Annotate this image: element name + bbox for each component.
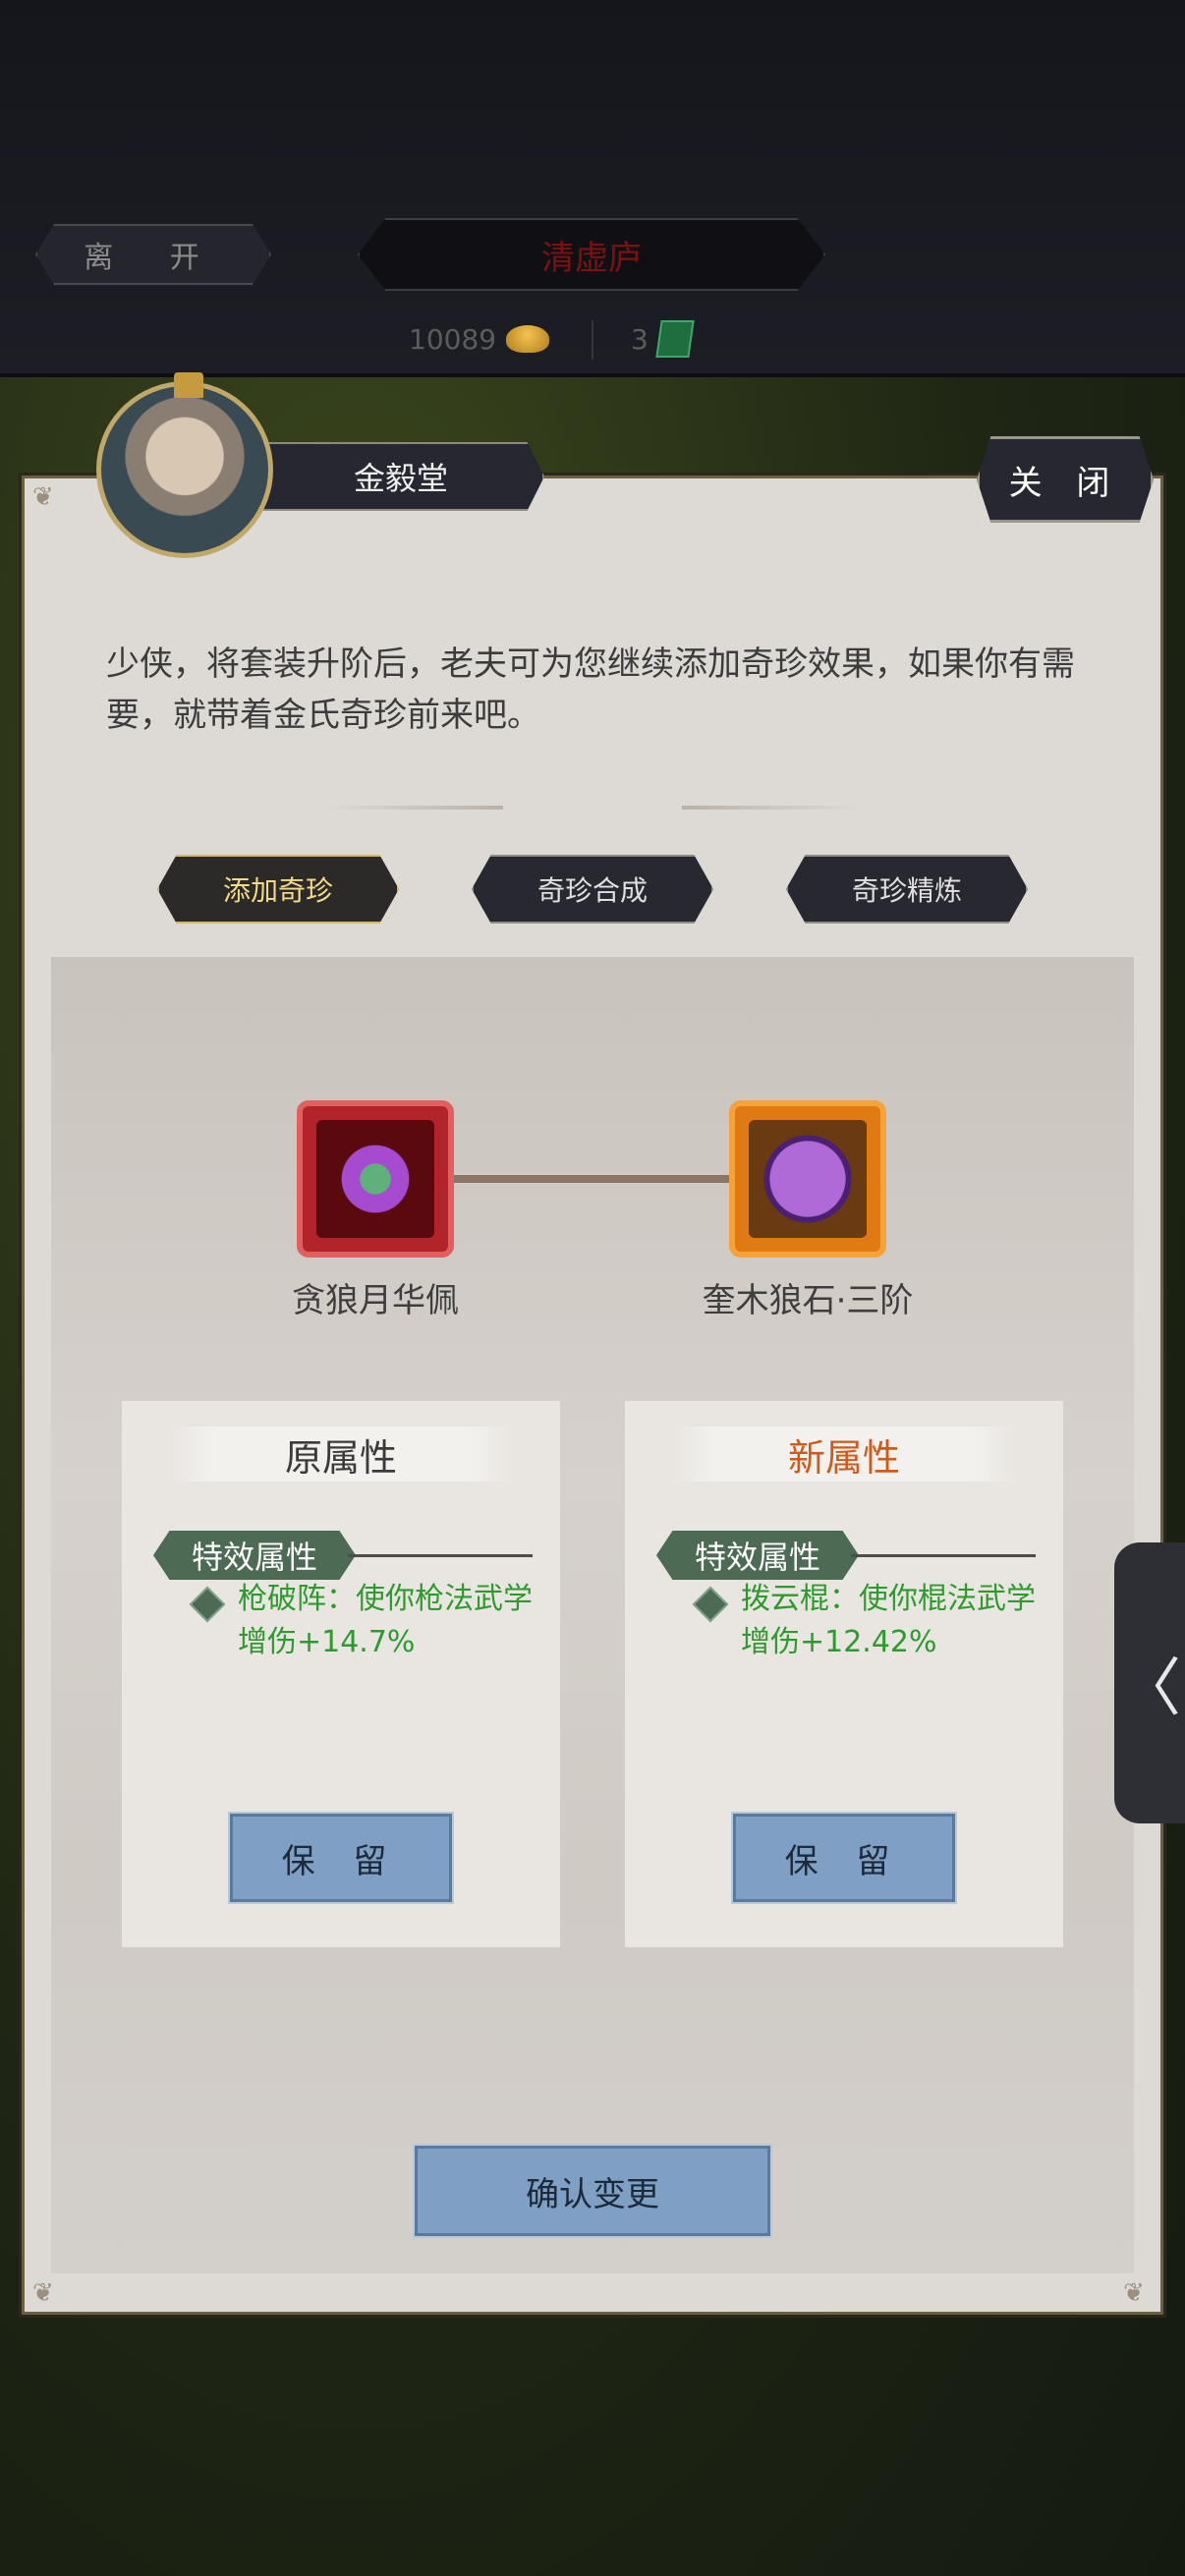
new-attribute-card: 新属性 特效属性 拨云棍：使你棍法武学增伤+12.42% 保 留 — [625, 1401, 1063, 1947]
npc-dialog: 少侠，将套装升阶后，老夫可为您继续添加奇珍效果，如果你有需要，就带着金氏奇珍前来… — [106, 644, 1075, 735]
original-attribute-title: 原属性 — [171, 1427, 511, 1482]
close-button[interactable]: 关 闭 — [977, 436, 1154, 523]
stone-image — [749, 1120, 867, 1238]
gold-ingot-icon — [506, 325, 550, 353]
tab-treasure-refine[interactable]: 奇珍精炼 — [786, 855, 1028, 924]
new-attribute-title: 新属性 — [674, 1427, 1014, 1482]
corner-ornament-icon: ❦ — [32, 2278, 54, 2308]
decorative-divider — [682, 806, 859, 810]
corner-ornament-icon: ❦ — [1123, 2278, 1145, 2308]
wolf-stone-item-icon[interactable] — [729, 1100, 886, 1258]
gem-bullet-icon — [692, 1586, 729, 1623]
tab-treasure-synthesis[interactable]: 奇珍合成 — [472, 855, 713, 924]
npc-name: 金毅堂 — [257, 442, 544, 511]
item-connector-line — [452, 1175, 737, 1183]
hat-icon — [174, 372, 203, 398]
gold-amount: 10089 — [409, 322, 497, 356]
gold-currency: 10089 — [409, 314, 550, 364]
effect-attribute-tag: 特效属性 — [153, 1531, 356, 1580]
leave-button[interactable]: 离 开 — [35, 224, 271, 285]
pendant-item-icon[interactable] — [297, 1100, 454, 1258]
tab-add-treasure[interactable]: 添加奇珍 — [157, 855, 399, 924]
location-title: 清虚庐 — [358, 218, 825, 291]
corner-ornament-icon: ❦ — [32, 482, 54, 512]
decorative-divider — [326, 806, 503, 810]
chevron-left-icon: 〈 — [1118, 1652, 1181, 1725]
pendant-image — [316, 1120, 434, 1238]
right-item-name: 奎木狼石·三阶 — [702, 1281, 914, 1320]
original-attribute-text: 枪破阵：使你枪法武学增伤+14.7% — [238, 1582, 533, 1659]
gem-bullet-icon — [189, 1586, 226, 1623]
confirm-change-button[interactable]: 确认变更 — [413, 2144, 772, 2238]
npc-avatar — [96, 372, 273, 558]
jade-ticket-icon — [655, 320, 695, 358]
tag-divider — [348, 1554, 533, 1557]
left-item-name: 贪狼月华佩 — [292, 1281, 459, 1320]
new-attribute-text: 拨云棍：使你棍法武学增伤+12.42% — [741, 1582, 1036, 1659]
original-attribute-card: 原属性 特效属性 枪破阵：使你枪法武学增伤+14.7% 保 留 — [122, 1401, 560, 1947]
keep-original-button[interactable]: 保 留 — [228, 1812, 454, 1904]
tag-divider — [851, 1554, 1036, 1557]
jade-amount: 3 — [631, 322, 649, 356]
currency-divider — [592, 320, 593, 360]
top-bar: 离 开 清虚庐 10089 3 — [0, 0, 1185, 377]
jade-currency: 3 — [631, 314, 695, 364]
effect-attribute-tag: 特效属性 — [656, 1531, 859, 1580]
side-drawer-handle[interactable]: 〈 — [1114, 1542, 1185, 1823]
keep-new-button[interactable]: 保 留 — [731, 1812, 957, 1904]
